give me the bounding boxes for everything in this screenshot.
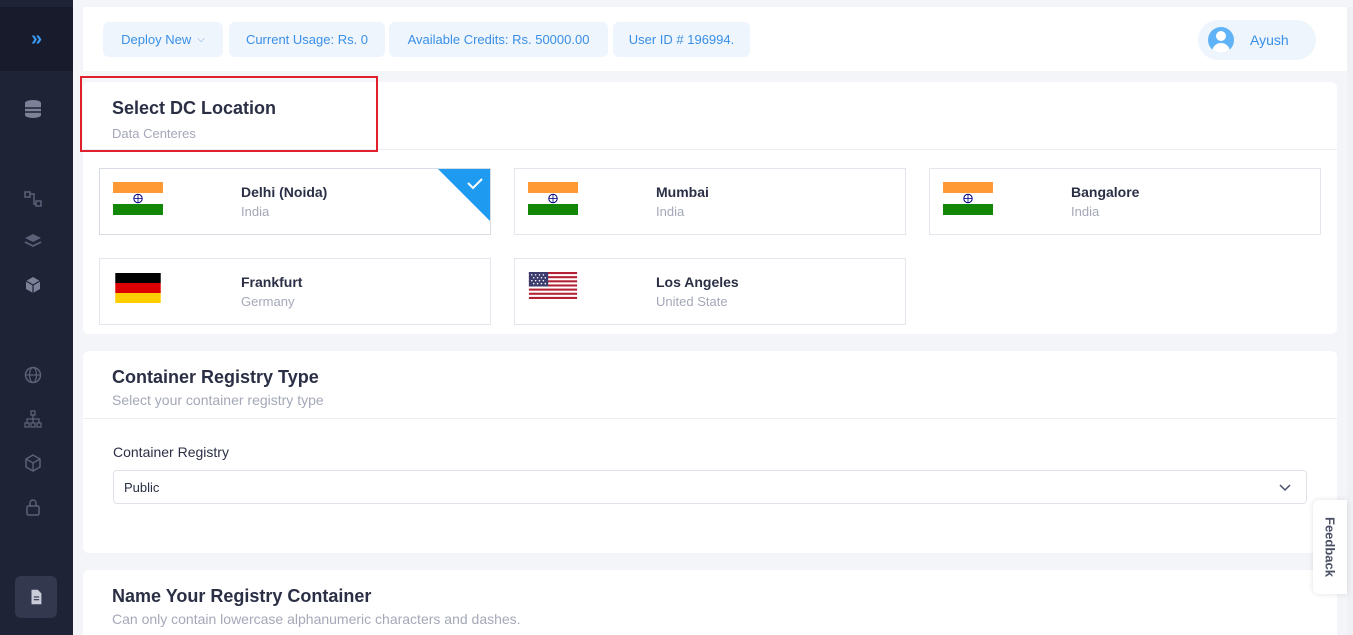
container-registry-card: Container Registry Type Select your cont…: [83, 351, 1337, 553]
current-usage-chip[interactable]: Current Usage: Rs. 0: [229, 22, 385, 57]
usa-flag-icon: [528, 272, 578, 299]
top-bar: Deploy New ⌵ Current Usage: Rs. 0 Availa…: [83, 7, 1353, 71]
dc-city: Delhi (Noida): [241, 184, 328, 200]
dc-city: Mumbai: [656, 184, 709, 200]
dc-option-bangalore[interactable]: Bangalore India: [929, 168, 1321, 235]
avatar: [1208, 27, 1234, 53]
germany-flag-icon: [115, 273, 161, 303]
dc-city: Frankfurt: [241, 274, 303, 290]
globe-icon[interactable]: [22, 364, 44, 386]
user-id-chip[interactable]: User ID # 196994.: [613, 22, 750, 57]
user-id-label: User ID # 196994.: [628, 32, 735, 47]
expand-sidebar-button[interactable]: »: [0, 7, 73, 71]
name-section-title: Name Your Registry Container: [112, 586, 372, 606]
container-registry-label: Container Registry: [113, 444, 229, 460]
scrollbar[interactable]: [1347, 7, 1353, 635]
chevron-down-icon: ⌵: [197, 34, 205, 45]
dc-country: India: [241, 204, 270, 219]
document-button[interactable]: [15, 576, 57, 618]
selected-check-icon: [438, 169, 490, 221]
deploy-new-dropdown[interactable]: Deploy New ⌵: [103, 22, 223, 57]
document-icon: [31, 589, 42, 605]
dc-country: India: [1071, 204, 1100, 219]
box-icon[interactable]: [22, 452, 44, 474]
user-menu[interactable]: Ayush: [1198, 20, 1316, 60]
india-flag-icon: [943, 182, 993, 215]
available-credits-label: Available Credits: Rs. 50000.00: [407, 32, 590, 47]
container-registry-value: Public: [124, 479, 160, 495]
india-flag-icon: [113, 182, 163, 215]
dc-option-los-angeles[interactable]: Los Angeles United State: [514, 258, 906, 325]
registry-section-title: Container Registry Type: [112, 367, 319, 387]
dc-option-delhi[interactable]: Delhi (Noida) India: [99, 168, 491, 235]
sidebar: »: [0, 0, 73, 635]
user-name: Ayush: [1250, 32, 1289, 48]
layers-icon[interactable]: [22, 230, 44, 252]
divider: [83, 418, 1337, 419]
dc-country: Germany: [241, 294, 295, 309]
annotation-highlight-box: [80, 76, 378, 152]
name-registry-card: Name Your Registry Container Can only co…: [83, 570, 1337, 635]
database-icon[interactable]: [22, 98, 44, 120]
cube-icon[interactable]: [22, 274, 44, 296]
chevron-down-icon: [1279, 484, 1291, 492]
available-credits-chip[interactable]: Available Credits: Rs. 50000.00: [389, 22, 608, 57]
container-registry-select[interactable]: Public: [113, 470, 1307, 504]
registry-section-subtitle: Select your container registry type: [112, 392, 324, 408]
dc-country: United State: [656, 294, 728, 309]
current-usage-label: Current Usage: Rs. 0: [245, 32, 369, 47]
dc-city: Los Angeles: [656, 274, 739, 290]
dc-country: India: [656, 204, 685, 219]
india-flag-icon: [528, 182, 578, 215]
network-nodes-icon[interactable]: [22, 188, 44, 210]
feedback-tab[interactable]: Feedback: [1313, 500, 1347, 594]
dc-option-mumbai[interactable]: Mumbai India: [514, 168, 906, 235]
lock-icon[interactable]: [22, 496, 44, 518]
deploy-new-label: Deploy New: [121, 32, 192, 47]
double-chevron-right-icon: »: [30, 27, 43, 50]
feedback-label: Feedback: [1322, 517, 1338, 577]
dc-city: Bangalore: [1071, 184, 1140, 200]
dc-option-frankfurt[interactable]: Frankfurt Germany: [99, 258, 491, 325]
sitemap-icon[interactable]: [22, 408, 44, 430]
name-section-subtitle: Can only contain lowercase alphanumeric …: [112, 611, 521, 627]
